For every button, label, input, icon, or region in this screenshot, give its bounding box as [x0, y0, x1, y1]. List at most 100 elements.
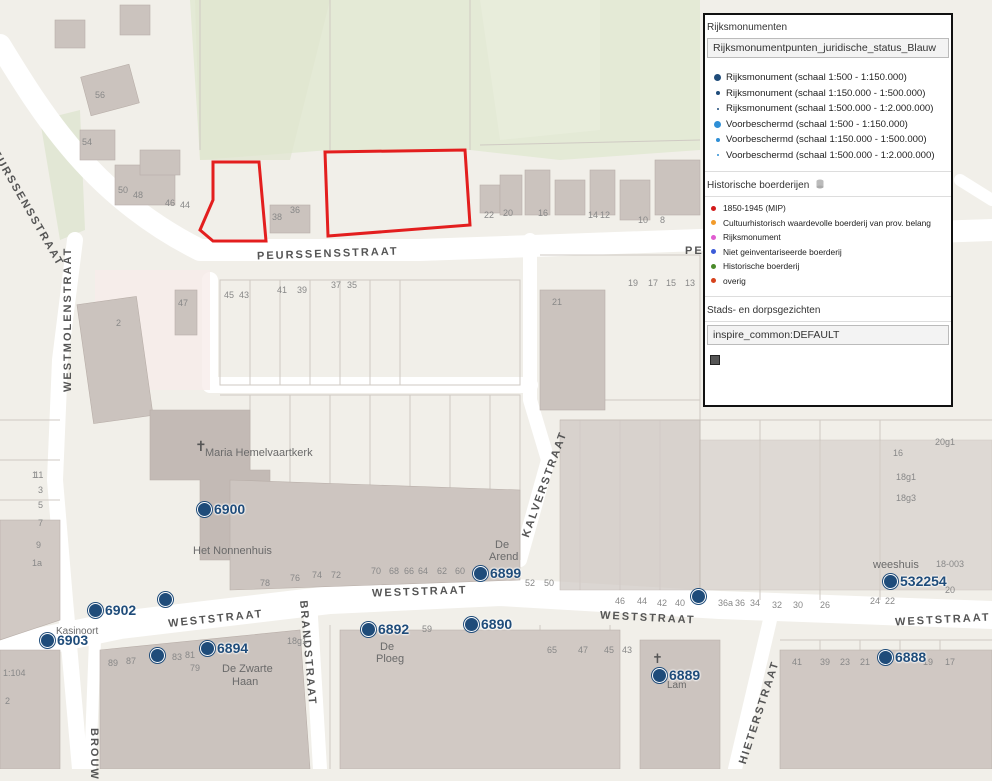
house-number: 37 — [331, 280, 342, 290]
house-number: 78 — [260, 578, 271, 588]
monument-marker-unlabeled[interactable] — [691, 589, 706, 604]
monument-label: 6894 — [217, 640, 249, 656]
legend-item: Voorbeschermd (schaal 1:500 - 1:150.000) — [711, 117, 951, 133]
circle-icon — [711, 249, 716, 255]
house-number: 81 — [185, 650, 196, 660]
house-number: 41 — [277, 285, 288, 295]
circle-icon — [715, 91, 720, 96]
place-label-haan: Haan — [232, 676, 259, 688]
house-number: 3 — [38, 485, 44, 495]
monument-marker-6892[interactable]: 6892 — [361, 621, 409, 637]
house-number: 2 — [116, 318, 122, 328]
house-number: 35 — [347, 280, 358, 290]
legend-swatch — [710, 355, 720, 365]
house-number: 14 — [588, 210, 599, 220]
house-number: 54 — [82, 137, 93, 147]
legend-item: 1850-1945 (MIP) — [711, 201, 951, 216]
monument-label: 6903 — [57, 632, 89, 648]
house-number: 30 — [793, 600, 804, 610]
place-label-arend: Arend — [489, 551, 519, 563]
house-number: 65 — [547, 645, 558, 655]
legend-item-label: Rijksmonument (schaal 1:500.000 - 1:2.00… — [726, 103, 934, 115]
house-number: 16 — [893, 448, 904, 458]
house-number: 12 — [600, 210, 611, 220]
monument-marker-6903[interactable]: 6903 — [40, 632, 88, 648]
monument-marker-6890[interactable]: 6890 — [464, 616, 512, 632]
house-number: 20g1 — [935, 437, 956, 447]
house-number: 13 — [685, 278, 696, 288]
house-number: 46 — [615, 596, 626, 606]
legend-layer-select-rijksmonumenten[interactable]: Rijksmonumentpunten_juridische_status_Bl… — [707, 38, 949, 58]
house-number: 45 — [224, 290, 235, 300]
house-number: 22 — [885, 596, 896, 606]
legend-item-label: Rijksmonument (schaal 1:500 - 1:150.000) — [726, 72, 907, 84]
legend-title-rijksmonumenten: Rijksmonumenten — [707, 22, 788, 33]
monument-marker-6889[interactable]: 6889 — [652, 667, 700, 683]
legend-item-label: Rijksmonument (schaal 1:150.000 - 1:500.… — [726, 87, 926, 99]
place-label-ploeg-de: De — [380, 641, 395, 653]
house-number: 5 — [38, 500, 44, 510]
house-number: 46 — [165, 198, 176, 208]
legend-item-label: Historische boerderij — [723, 261, 800, 272]
house-number: 60 — [455, 566, 466, 576]
house-number: 18-003 — [936, 559, 965, 569]
house-number: 32 — [772, 600, 783, 610]
house-number: 23 — [840, 657, 851, 667]
monument-label: 6902 — [105, 602, 137, 618]
monument-marker-6899[interactable]: 6899 — [473, 565, 521, 581]
monument-label: 6889 — [669, 667, 701, 683]
monument-marker-532254[interactable]: 532254 — [883, 573, 947, 589]
legend-item-label: Niet geinventariseerde boerderij — [723, 246, 842, 257]
house-number: 50 — [118, 185, 129, 195]
house-number: 70 — [371, 566, 382, 576]
house-number: 15 — [666, 278, 677, 288]
house-number: 72 — [331, 570, 342, 580]
house-number: 18g1 — [896, 472, 917, 482]
street-label-brouw: BROUW — [88, 728, 100, 781]
monument-marker-unlabeled[interactable] — [150, 648, 165, 663]
house-number: 16 — [538, 208, 549, 218]
circle-icon — [711, 234, 716, 240]
house-number: 59 — [422, 624, 433, 634]
divider — [705, 321, 951, 322]
house-number: 47 — [178, 298, 189, 308]
circle-icon — [716, 154, 719, 157]
house-number: 8 — [660, 215, 666, 225]
legend-item: Rijksmonument — [711, 230, 951, 245]
circle-icon — [711, 220, 716, 226]
circle-icon — [711, 205, 716, 211]
house-number: 36 — [290, 205, 301, 215]
house-number: 17 — [945, 657, 956, 667]
monument-marker-6902[interactable]: 6902 — [88, 602, 136, 618]
house-number: 18g3 — [896, 493, 917, 503]
legend-item-label: Rijksmonument — [723, 232, 781, 243]
legend-item-label: Cultuurhistorisch waardevolle boerderij … — [723, 217, 931, 228]
circle-icon — [714, 120, 721, 128]
monument-dot — [652, 667, 667, 683]
monument-dot — [200, 640, 215, 656]
monument-marker-6888[interactable]: 6888 — [878, 649, 926, 665]
circle-icon — [711, 278, 716, 284]
house-number: 1a — [32, 558, 43, 568]
circle-icon — [715, 137, 720, 142]
monument-marker-6900[interactable]: 6900 — [197, 501, 245, 517]
house-number: 21 — [552, 297, 563, 307]
house-number: 36a — [718, 598, 734, 608]
monument-marker-6894[interactable]: 6894 — [200, 640, 248, 656]
legend-item-label: Voorbeschermd (schaal 1:500 - 1:150.000) — [726, 118, 908, 130]
monument-marker-unlabeled[interactable] — [158, 592, 173, 607]
house-number: 44 — [180, 200, 191, 210]
church-icon: ✝ — [195, 438, 207, 454]
house-number: 7 — [38, 518, 44, 528]
legend-layer-select-stadsgezichten[interactable]: inspire_common:DEFAULT — [707, 325, 949, 345]
monument-dot — [88, 602, 103, 618]
building-21 — [539, 289, 606, 411]
house-number: 76 — [290, 573, 301, 583]
house-number: 2 — [5, 696, 11, 706]
monument-dot — [883, 573, 898, 589]
legend-title-boerderijen: Historische boerderijen — [705, 172, 951, 196]
legend-item: Cultuurhistorisch waardevolle boerderij … — [711, 216, 951, 231]
place-label-nonnenhuis: Het Nonnenhuis — [193, 545, 272, 557]
house-number: 38 — [272, 212, 283, 222]
legend-item: Historische boerderij — [711, 259, 951, 274]
